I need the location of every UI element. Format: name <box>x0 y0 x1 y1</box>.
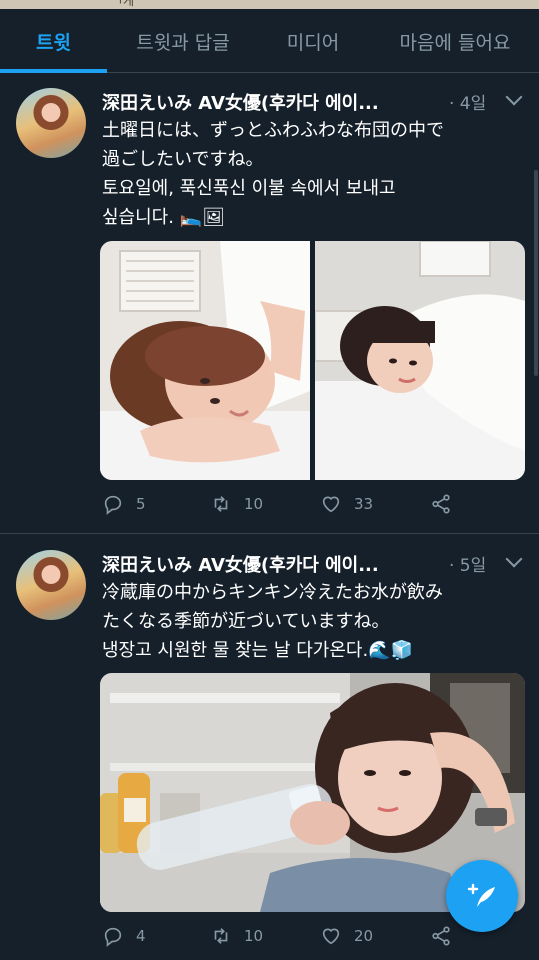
tweet-time: · 4일 <box>449 94 487 114</box>
reply-icon <box>104 927 122 947</box>
avatar[interactable] <box>16 88 86 158</box>
like-count: 20 <box>354 927 374 945</box>
tweet-text-line: 냉장고 시원한 물 찾는 날 다가온다.🌊🧊 <box>102 640 413 661</box>
compose-tweet-icon <box>467 883 495 907</box>
status-text: ㄱ게 <box>112 0 135 8</box>
share-icon <box>432 926 450 946</box>
retweet-count: 10 <box>244 927 264 945</box>
retweet-count: 10 <box>244 495 264 513</box>
scrollbar[interactable] <box>534 170 538 376</box>
reply-button[interactable]: 4 <box>102 925 146 947</box>
avatar[interactable] <box>16 550 86 620</box>
reply-icon <box>104 495 122 515</box>
author-name[interactable]: 深田えいみ AV女優(후카다 에이... <box>102 89 379 115</box>
tweet-text-line: 土曜日には、ずっとふわふわな布団の中で <box>102 120 444 141</box>
retweet-icon <box>214 928 228 944</box>
profile-tabs: 트윗 트윗과 답글 미디어 마음에 들어요 <box>0 9 539 73</box>
tweet-text-line: たくなる季節が近づいていますね。 <box>102 611 390 632</box>
tweet-photo[interactable] <box>100 241 310 480</box>
like-icon <box>322 496 340 513</box>
compose-tweet-button[interactable] <box>446 860 518 932</box>
tweet-photo[interactable] <box>315 241 525 480</box>
status-bar: ㄱ게 <box>0 0 539 9</box>
share-button[interactable] <box>430 925 464 947</box>
tweet-text: 冷蔵庫の中からキンキン冷えたお水が飲み たくなる季節が近づいていますね。 냉장고… <box>102 578 530 665</box>
tab-media[interactable]: 미디어 <box>262 9 364 73</box>
share-button[interactable] <box>430 493 464 515</box>
tab-tweets[interactable]: 트윗 <box>0 9 107 73</box>
tweet-text-line: 토요일에, 푹신푹신 이불 속에서 보내고 <box>102 178 396 199</box>
tweet-text-line: 過ごしたいですね。 <box>102 149 264 170</box>
retweet-icon <box>214 496 228 512</box>
retweet-button[interactable]: 10 <box>210 925 263 947</box>
share-icon <box>432 494 450 514</box>
reply-count: 5 <box>136 495 146 513</box>
like-button[interactable]: 20 <box>320 925 373 947</box>
author-name[interactable]: 深田えいみ AV女優(후카다 에이... <box>102 551 379 577</box>
retweet-button[interactable]: 10 <box>210 493 263 515</box>
tweet-actions: 5 10 33 <box>100 493 520 523</box>
reply-count: 4 <box>136 927 146 945</box>
tab-likes[interactable]: 마음에 들어요 <box>375 9 535 73</box>
like-count: 33 <box>354 495 374 513</box>
tweet-text: 土曜日には、ずっとふわふわな布団の中で 過ごしたいですね。 토요일에, 푹신푹신… <box>102 116 530 232</box>
chevron-down-icon[interactable] <box>505 88 523 106</box>
chevron-down-icon[interactable] <box>505 550 523 568</box>
active-tab-indicator <box>0 69 107 73</box>
like-icon <box>322 928 340 945</box>
tab-tweets-and-replies[interactable]: 트윗과 답글 <box>113 9 253 73</box>
reply-button[interactable]: 5 <box>102 493 146 515</box>
tweet-divider <box>0 533 539 534</box>
like-button[interactable]: 33 <box>320 493 373 515</box>
tweet-actions: 4 10 20 <box>100 925 520 955</box>
tweet-time: · 5일 <box>449 556 487 576</box>
tweet-text-line: 싶습니다. 🛌🖼 <box>102 207 225 228</box>
tweet-text-line: 冷蔵庫の中からキンキン冷えたお水が飲み <box>102 582 443 603</box>
